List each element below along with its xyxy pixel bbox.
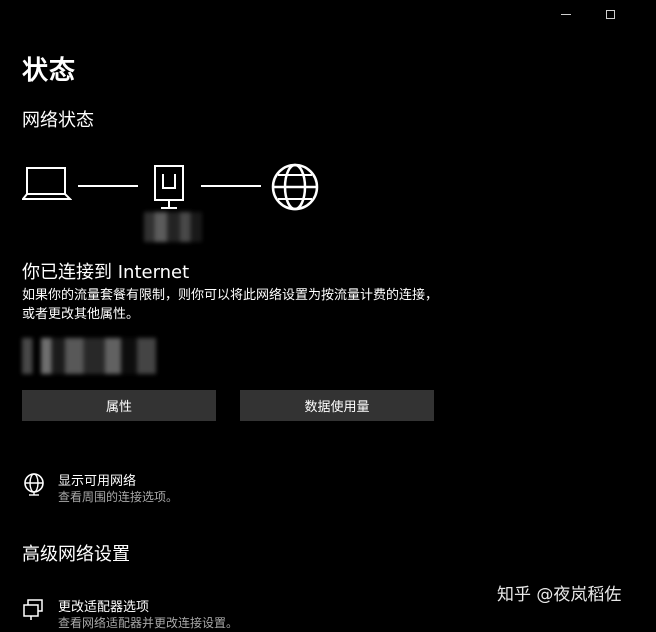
connection-status-title: 你已连接到 Internet [22,262,190,283]
blurred-network-info [22,338,156,374]
section-title-network-status: 网络状态 [22,110,94,131]
minimize-icon [561,13,571,15]
show-available-networks-sub: 查看周围的连接选项。 [58,490,179,504]
change-adapter-options-link[interactable]: 更改适配器选项 查看网络适配器并更改连接设置。 [22,596,442,632]
connection-line-left [78,185,138,187]
watermark-text: 知乎 @夜岚稻佐 [497,585,622,605]
change-adapter-options-sub: 查看网络适配器并更改连接设置。 [58,616,239,630]
page-title: 状态 [22,56,77,86]
laptop-icon [22,167,72,200]
network-adapter-icon [23,599,43,620]
wifi-globe-icon [24,473,44,496]
properties-button[interactable]: 属性 [22,390,216,421]
blurred-adapter-name [144,212,202,242]
maximize-button[interactable] [592,0,628,28]
globe-icon [271,163,319,211]
change-adapter-options-label: 更改适配器选项 [58,600,150,615]
maximize-icon [605,9,615,19]
connection-line-right [201,185,261,187]
minimize-button[interactable] [548,0,584,28]
connection-status-description: 如果你的流量套餐有限制，则你可以将此网络设置为按流量计费的连接，或者更改其他属性… [22,288,439,322]
show-available-networks-label: 显示可用网络 [58,474,137,489]
ethernet-adapter-icon [154,165,184,209]
advanced-network-settings-title: 高级网络设置 [22,544,130,565]
data-usage-button[interactable]: 数据使用量 [240,390,434,421]
show-available-networks-link[interactable]: 显示可用网络 查看周围的连接选项。 [22,470,442,506]
